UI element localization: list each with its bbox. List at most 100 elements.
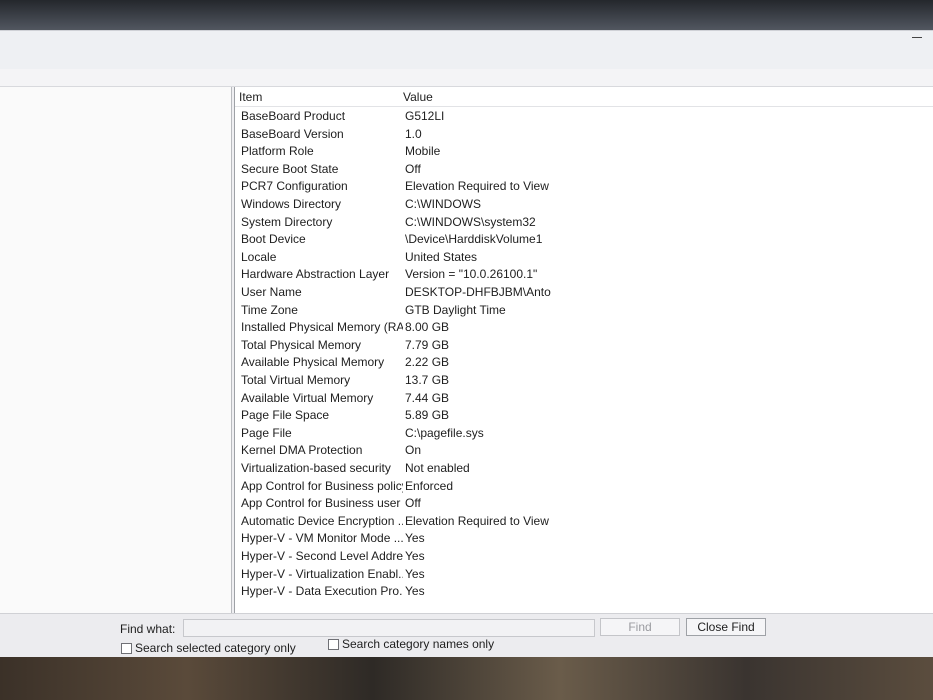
checkbox-icon xyxy=(328,638,339,650)
find-what-input[interactable] xyxy=(183,619,595,637)
row-item-name: Hyper-V - Second Level Addre... xyxy=(241,549,403,563)
title-bar xyxy=(0,31,933,69)
row-item-name: Locale xyxy=(241,249,277,264)
table-row[interactable]: System Directory C:\WINDOWS\system32 xyxy=(235,215,933,233)
table-row[interactable]: Page File Space 5.89 GB xyxy=(235,408,933,426)
row-item-name: Windows Directory xyxy=(241,197,342,211)
row-item-name: System Directory xyxy=(241,214,333,229)
row-item-value: 1.0 xyxy=(405,126,422,141)
find-bar: Find what: Find Close Find Search select… xyxy=(0,613,933,657)
row-item-name: Hyper-V - Data Execution Pro... xyxy=(241,584,403,599)
table-row[interactable]: PCR7 Configuration Elevation Required to … xyxy=(235,179,933,197)
row-item-value: Enforced xyxy=(405,478,454,493)
table-row[interactable]: User Name DESKTOP-DHFBJBM\Anto xyxy=(235,285,933,303)
row-item-value: Elevation Required to View xyxy=(405,179,549,194)
table-row[interactable]: Available Virtual Memory 7.44 GB xyxy=(235,391,933,409)
table-row[interactable]: Kernel DMA Protection On xyxy=(235,443,933,461)
row-item-name: Page File Space xyxy=(241,408,330,423)
row-item-value: G512LI xyxy=(405,109,445,123)
details-list-pane[interactable]: Item Value BaseBoard Product G512LI BaseBo… xyxy=(234,87,933,613)
table-row[interactable]: Platform Role Mobile xyxy=(235,144,933,162)
row-item-name: Available Virtual Memory xyxy=(241,390,374,405)
desktop-wallpaper xyxy=(0,652,933,700)
category-tree-pane[interactable] xyxy=(0,87,232,613)
column-header-item[interactable]: Item xyxy=(239,90,399,104)
row-item-value: Yes xyxy=(405,531,425,546)
row-item-value: 7.79 GB xyxy=(405,337,450,352)
search-category-names-label: Search category names only xyxy=(342,637,495,651)
row-item-name: Hardware Abstraction Layer xyxy=(241,267,390,282)
row-item-name: User Name xyxy=(241,285,302,299)
table-row[interactable]: Installed Physical Memory (RA... 8.00 GB xyxy=(235,320,933,338)
row-item-value: C:\pagefile.sys xyxy=(405,425,484,440)
row-item-value: Elevation Required to View xyxy=(405,513,549,528)
row-item-value: 5.89 GB xyxy=(405,408,450,423)
row-item-value: \Device\HarddiskVolume1 xyxy=(405,232,543,247)
table-row[interactable]: Hyper-V - VM Monitor Mode ... Yes xyxy=(235,531,933,549)
row-item-name: BaseBoard Version xyxy=(241,126,344,141)
row-item-value: Yes xyxy=(405,549,425,563)
table-row[interactable]: Virtualization-based security Not enabled xyxy=(235,461,933,479)
row-item-name: App Control for Business policy xyxy=(241,478,403,493)
row-item-name: PCR7 Configuration xyxy=(241,179,348,194)
find-what-label: Find what: xyxy=(120,622,176,636)
row-item-value: Off xyxy=(405,496,421,511)
table-row[interactable]: Windows Directory C:\WINDOWS xyxy=(235,197,933,215)
row-item-value: Off xyxy=(405,161,421,176)
table-row[interactable]: Hardware Abstraction Layer Version = "10.… xyxy=(235,267,933,285)
checkbox-icon xyxy=(121,642,132,654)
table-row[interactable]: Available Physical Memory 2.22 GB xyxy=(235,355,933,373)
row-item-name: Virtualization-based security xyxy=(241,461,391,475)
table-row[interactable]: Hyper-V - Data Execution Pro... Yes xyxy=(235,584,933,602)
menu-strip xyxy=(0,69,933,87)
table-row[interactable]: Hyper-V - Virtualization Enabl... Yes xyxy=(235,567,933,585)
table-row[interactable]: Total Physical Memory 7.79 GB xyxy=(235,338,933,356)
find-button[interactable]: Find xyxy=(600,618,680,636)
row-item-value: 7.44 GB xyxy=(405,390,450,405)
row-item-name: Hyper-V - Virtualization Enabl... xyxy=(241,566,403,581)
row-item-name: Installed Physical Memory (RA... xyxy=(241,320,403,335)
row-item-value: 2.22 GB xyxy=(405,355,450,370)
search-selected-category-label: Search selected category only xyxy=(135,641,296,655)
table-row[interactable]: BaseBoard Product G512LI xyxy=(235,109,933,127)
row-item-name: Hyper-V - VM Monitor Mode ... xyxy=(241,531,403,546)
row-item-name: Boot Device xyxy=(241,232,306,247)
table-row[interactable]: Total Virtual Memory 13.7 GB xyxy=(235,373,933,391)
table-row[interactable]: Boot Device \Device\HarddiskVolume1 xyxy=(235,232,933,250)
table-row[interactable]: App Control for Business policy Enforced xyxy=(235,479,933,497)
list-header: Item Value xyxy=(235,87,933,107)
close-find-button[interactable]: Close Find xyxy=(686,618,766,636)
row-item-name: Time Zone xyxy=(241,302,298,317)
minimize-button[interactable] xyxy=(909,33,925,43)
table-row[interactable]: App Control for Business user ... Off xyxy=(235,496,933,514)
table-row[interactable]: Hyper-V - Second Level Addre... Yes xyxy=(235,549,933,567)
row-item-name: Available Physical Memory xyxy=(241,355,385,370)
row-item-value: On xyxy=(405,443,422,458)
table-row[interactable]: BaseBoard Version 1.0 xyxy=(235,127,933,145)
table-row[interactable]: Secure Boot State Off xyxy=(235,162,933,180)
minimize-icon xyxy=(912,37,922,38)
row-item-value: 8.00 GB xyxy=(405,320,450,335)
row-item-name: Platform Role xyxy=(241,144,314,159)
row-item-name: Secure Boot State xyxy=(241,161,339,176)
row-item-value: Yes xyxy=(405,584,425,599)
row-item-value: GTB Daylight Time xyxy=(405,302,506,317)
row-item-name: BaseBoard Product xyxy=(241,109,346,123)
row-item-name: Page File xyxy=(241,425,292,440)
row-item-value: United States xyxy=(405,249,478,264)
row-item-value: DESKTOP-DHFBJBM\Anto xyxy=(405,285,551,299)
table-row[interactable]: Page File C:\pagefile.sys xyxy=(235,426,933,444)
table-row[interactable]: Time Zone GTB Daylight Time xyxy=(235,303,933,321)
column-header-value[interactable]: Value xyxy=(403,90,603,104)
row-item-value: Version = "10.0.26100.1" xyxy=(405,267,538,282)
row-item-name: Total Physical Memory xyxy=(241,337,362,352)
search-selected-category-checkbox[interactable]: Search selected category only xyxy=(121,641,296,655)
row-item-value: Not enabled xyxy=(405,461,470,475)
row-item-name: Automatic Device Encryption ... xyxy=(241,513,403,528)
row-item-value: Mobile xyxy=(405,144,441,159)
row-item-value: 13.7 GB xyxy=(405,373,450,387)
table-row[interactable]: Locale United States xyxy=(235,250,933,268)
search-category-names-checkbox[interactable]: Search category names only xyxy=(328,637,494,651)
system-information-window: Item Value BaseBoard Product G512LI BaseBo… xyxy=(0,30,933,657)
table-row[interactable]: Automatic Device Encryption ... Elevation… xyxy=(235,514,933,532)
